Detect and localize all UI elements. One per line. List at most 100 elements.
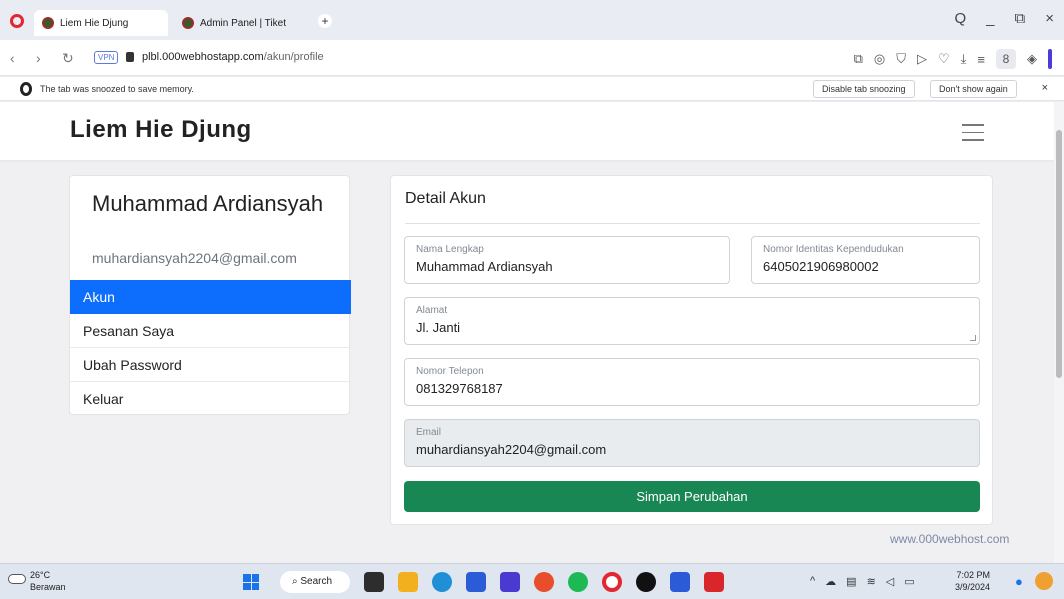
user-name: Muhammad Ardiansyah [92, 191, 324, 216]
windows-start-icon[interactable] [243, 574, 259, 590]
word-icon[interactable] [670, 572, 690, 592]
dont-show-again-button[interactable]: Don't show again [930, 80, 1017, 98]
cloud-icon[interactable] [8, 574, 26, 584]
bell-icon[interactable]: ● [1015, 574, 1023, 589]
tab-admin-panel[interactable]: Admin Panel | Tiket [178, 12, 298, 34]
field-value: Jl. Janti [416, 320, 461, 335]
sidebar-item-ubah-password[interactable]: Ubah Password [70, 348, 351, 382]
keyboard-icon[interactable]: ▤ [846, 575, 856, 588]
field-label: Email [416, 427, 442, 438]
taskbar-apps [364, 572, 724, 592]
acrobat-icon[interactable] [704, 572, 724, 592]
snooze-message: The tab was snoozed to save memory. [40, 84, 194, 94]
host-badge[interactable]: www.000webhost.com [890, 532, 1009, 546]
profile-sidebar: Muhammad Ardiansyah muhardiansyah2204@gm… [69, 175, 351, 416]
save-button[interactable]: Simpan Perubahan [404, 481, 980, 512]
url-host: plbl.000webhostapp.com [142, 51, 264, 63]
close-window-button[interactable]: × [1045, 10, 1054, 27]
alamat-textarea[interactable]: Alamat Jl. Janti [404, 297, 980, 345]
opera-taskbar-icon[interactable] [602, 572, 622, 592]
field-value: 081329768187 [416, 381, 503, 396]
wifi-icon[interactable]: ≋ [867, 575, 876, 588]
spotify-icon[interactable] [568, 572, 588, 592]
vscode-like-icon[interactable] [500, 572, 520, 592]
store-icon[interactable] [466, 572, 486, 592]
nik-field[interactable]: Nomor Identitas Kependudukan 64050219069… [751, 236, 980, 284]
download-icon[interactable]: ⤓ [961, 51, 967, 67]
nama-lengkap-field[interactable]: Nama Lengkap Muhammad Ardiansyah [404, 236, 730, 284]
field-label: Nama Lengkap [416, 244, 484, 255]
browser-toolbar: ⧉ ◎ ⛉ ▷ ♡ ⤓ ≡ 8 ◈ [854, 49, 1052, 69]
snapshot-icon[interactable]: ⧉ [854, 51, 863, 67]
field-label: Nomor Telepon [416, 366, 484, 377]
snooze-notification-bar: The tab was snoozed to save memory. Disa… [0, 77, 1064, 101]
tab-search-icon[interactable]: Q [955, 10, 967, 27]
site-favicon-icon [182, 17, 194, 29]
sidebar-item-keluar[interactable]: Keluar [70, 382, 351, 416]
url-path: /akun/profile [263, 51, 324, 63]
volume-icon[interactable]: ◁ [886, 575, 894, 588]
system-tray: ^ ☁ ▤ ≋ ◁ ▭ [810, 575, 915, 588]
reload-icon[interactable]: ↻ [62, 50, 74, 67]
extensions-icon[interactable]: ◈ [1027, 51, 1037, 67]
battery-icon[interactable]: ▭ [904, 575, 914, 588]
sidebar-item-akun[interactable]: Akun [70, 280, 351, 314]
shield-icon[interactable]: ⛉ [896, 51, 906, 67]
field-label: Alamat [416, 305, 448, 316]
search-label: Search [300, 576, 333, 587]
notification-badge-icon[interactable] [1035, 572, 1053, 590]
resize-handle-icon[interactable] [970, 335, 976, 341]
email-field: Email muhardiansyah2204@gmail.com [404, 419, 980, 467]
account-detail-card: Detail Akun Nama Lengkap Muhammad Ardian… [390, 175, 993, 525]
lock-icon[interactable] [126, 52, 134, 62]
sidebar-item-pesanan-saya[interactable]: Pesanan Saya [70, 314, 351, 348]
new-tab-button[interactable]: + [318, 14, 332, 28]
clock-time: 7:02 PM [956, 570, 991, 580]
heart-icon[interactable]: ♡ [938, 51, 950, 67]
site-favicon-icon [42, 17, 54, 29]
taskbar-search[interactable]: ⌕ Search [280, 571, 350, 593]
page-title: Detail Akun [405, 190, 486, 207]
tab-title: Admin Panel | Tiket [200, 17, 286, 29]
taskbar-clock[interactable]: 7:02 PM 3/9/2024 [955, 569, 990, 593]
disable-snoozing-button[interactable]: Disable tab snoozing [813, 80, 915, 98]
task-view-icon[interactable] [364, 572, 384, 592]
vpn-badge[interactable]: VPN [94, 51, 119, 64]
site-navbar: Liem Hie Djung [0, 102, 1054, 160]
chrome-icon[interactable] [534, 572, 554, 592]
weather-desc: Berawan [30, 582, 66, 592]
browser-tabstrip: Liem Hie Djung Admin Panel | Tiket + Q _… [0, 0, 1064, 40]
profile-icon[interactable]: 8 [996, 49, 1016, 69]
weather-widget[interactable]: 26°C Berawan [30, 569, 66, 593]
close-icon[interactable]: × [1042, 82, 1048, 94]
camera-icon[interactable]: ◎ [874, 51, 885, 67]
scrollbar-thumb[interactable] [1056, 130, 1062, 378]
tab-liem-hie-djung[interactable]: Liem Hie Djung [34, 10, 168, 36]
menu-icon[interactable]: ≡ [977, 52, 985, 67]
cloud-sync-icon[interactable]: ☁ [825, 575, 836, 588]
url-field[interactable]: plbl.000webhostapp.com/akun/profile [142, 51, 324, 63]
field-value: Muhammad Ardiansyah [416, 259, 553, 274]
forward-icon[interactable]: › [36, 50, 41, 66]
tab-title: Liem Hie Djung [60, 17, 129, 29]
minimize-button[interactable]: _ [986, 10, 994, 27]
site-brand[interactable]: Liem Hie Djung [70, 116, 252, 144]
weather-temp: 26°C [30, 570, 51, 580]
field-value: 6405021906980002 [763, 259, 879, 274]
file-explorer-icon[interactable] [398, 572, 418, 592]
window-controls: Q _ ⧉ × [955, 10, 1055, 27]
opera-icon [20, 82, 32, 96]
edge-icon[interactable] [432, 572, 452, 592]
back-icon[interactable]: ‹ [10, 50, 15, 66]
field-value: muhardiansyah2204@gmail.com [416, 442, 607, 457]
hamburger-menu-icon[interactable] [962, 124, 984, 147]
address-bar: ‹ › ↻ VPN plbl.000webhostapp.com/akun/pr… [0, 40, 1064, 76]
taskbar: 26°C Berawan ⌕ Search ^ ☁ ▤ ≋ ◁ ▭ 7:02 P… [0, 563, 1064, 599]
chevron-up-icon[interactable]: ^ [810, 575, 815, 588]
nomor-telepon-field[interactable]: Nomor Telepon 081329768187 [404, 358, 980, 406]
opera-logo-icon[interactable] [10, 14, 24, 28]
send-icon[interactable]: ▷ [917, 51, 927, 67]
divider [405, 223, 980, 224]
tiktok-icon[interactable] [636, 572, 656, 592]
restore-button[interactable]: ⧉ [1015, 10, 1026, 27]
